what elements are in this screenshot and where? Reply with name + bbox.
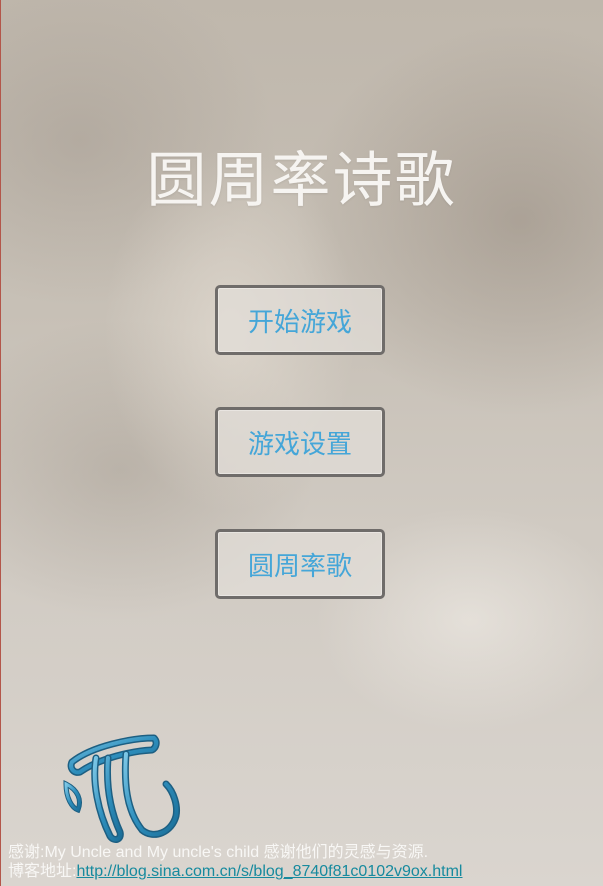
game-settings-button[interactable]: 游戏设置 <box>215 407 385 477</box>
blog-line: 博客地址:http://blog.sina.com.cn/s/blog_8740… <box>8 862 598 881</box>
footer-credits: 感谢:My Uncle and My uncle's child 感谢他们的灵感… <box>8 843 598 881</box>
pi-icon <box>63 734 180 843</box>
start-game-button[interactable]: 开始游戏 <box>215 285 385 355</box>
main-screen: 圆周率诗歌 开始游戏 游戏设置 圆周率歌 感谢:My Uncle and My … <box>0 0 603 886</box>
pi-song-button[interactable]: 圆周率歌 <box>215 529 385 599</box>
page-title: 圆周率诗歌 <box>146 146 457 216</box>
thanks-text: 感谢:My Uncle and My uncle's child 感谢他们的灵感… <box>8 844 429 861</box>
blog-link[interactable]: http://blog.sina.com.cn/s/blog_8740f81c0… <box>76 863 462 880</box>
blog-label: 博客地址: <box>8 863 77 880</box>
